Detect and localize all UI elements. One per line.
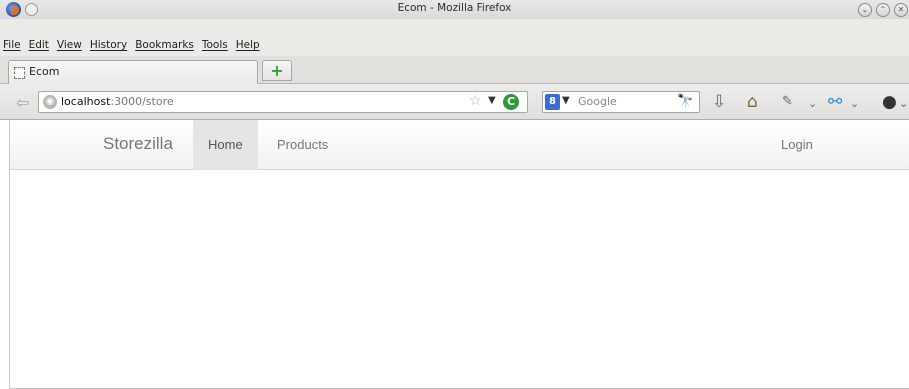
nav-home[interactable]: Home: [193, 120, 258, 170]
page-content: Storezilla Home Products Login: [9, 120, 909, 389]
url-history-dropdown-icon[interactable]: ▼: [488, 95, 496, 106]
url-host: localhost: [61, 95, 111, 108]
site-brand[interactable]: Storezilla: [103, 134, 173, 154]
maximize-button[interactable]: ⌃: [876, 3, 890, 17]
page-icon: [14, 67, 25, 79]
addon-color-dropdown-icon[interactable]: ⌄: [899, 94, 908, 114]
menu-bookmarks[interactable]: Bookmarks: [135, 39, 194, 51]
tab-label: Ecom: [29, 65, 60, 78]
minimize-button[interactable]: ⌄: [858, 3, 872, 17]
binoculars-icon[interactable]: 🔭: [677, 94, 693, 109]
home-icon[interactable]: ⌂: [747, 92, 758, 112]
menu-edit[interactable]: Edit: [29, 39, 49, 51]
window-title: Ecom - Mozilla Firefox: [397, 2, 512, 14]
close-button[interactable]: ✕: [894, 3, 908, 17]
menu-history[interactable]: History: [90, 39, 127, 51]
addon-network-dropdown-icon[interactable]: ⌄: [850, 94, 859, 114]
tab-bar: Ecom +: [0, 56, 909, 84]
tab-ecom[interactable]: Ecom: [8, 60, 258, 84]
url-bar[interactable]: ◉ localhost:3000/store ☆ ▼ C: [38, 91, 528, 113]
download-icon[interactable]: ⇩: [712, 92, 726, 112]
back-arrow-icon[interactable]: ⇦: [16, 93, 29, 112]
menu-tools[interactable]: Tools: [202, 39, 228, 51]
menu-help[interactable]: Help: [236, 39, 260, 51]
search-box[interactable]: 8 ▼ Google 🔭: [542, 91, 700, 113]
addon-color-icon[interactable]: ●: [882, 92, 897, 112]
search-placeholder: Google: [578, 95, 617, 108]
url-text[interactable]: localhost:3000/store: [61, 95, 174, 108]
addon-network-icon[interactable]: ⚯: [828, 92, 842, 112]
menubar-spacer: [0, 19, 909, 34]
navigation-toolbar: ⇦ ◉ localhost:3000/store ☆ ▼ C 8 ▼ Googl…: [0, 84, 909, 120]
nav-products[interactable]: Products: [262, 120, 343, 170]
site-navbar: Storezilla Home Products Login: [10, 120, 909, 170]
menu-bar: File Edit View History Bookmarks Tools H…: [0, 34, 909, 56]
window-titlebar: Ecom - Mozilla Firefox ⌄ ⌃ ✕: [0, 0, 909, 19]
new-tab-button[interactable]: +: [262, 60, 292, 81]
globe-icon[interactable]: ◉: [43, 95, 57, 109]
bookmark-star-icon[interactable]: ☆: [469, 93, 482, 109]
addon-feather-icon[interactable]: ✎: [782, 92, 793, 112]
search-engine-icon[interactable]: 8: [545, 94, 560, 110]
search-engine-dropdown-icon[interactable]: ▼: [562, 95, 570, 106]
url-path: :3000/store: [110, 95, 174, 108]
reload-icon[interactable]: C: [503, 94, 519, 110]
menu-file[interactable]: File: [3, 39, 21, 51]
addon-dropdown-icon[interactable]: ⌄: [808, 94, 817, 114]
nav-login[interactable]: Login: [766, 120, 828, 170]
menu-view[interactable]: View: [57, 39, 82, 51]
